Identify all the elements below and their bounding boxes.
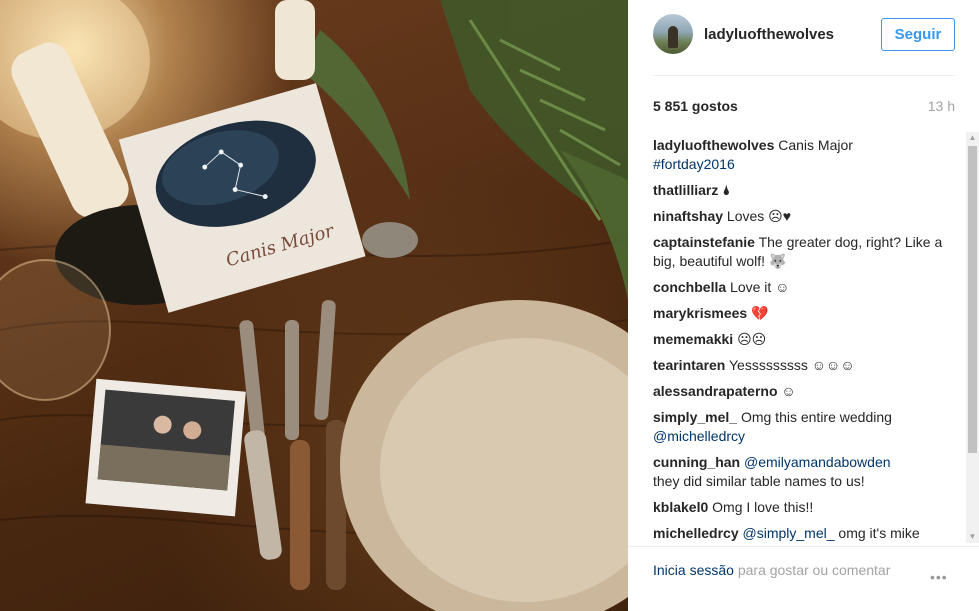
avatar[interactable] bbox=[653, 14, 693, 54]
comment-text: Canis Major bbox=[778, 137, 853, 153]
comment-item: ninaftshay Loves ☹♥ bbox=[653, 207, 943, 226]
post-footer: Inicia sessão para gostar ou comentar ••… bbox=[628, 546, 979, 611]
comment-text: 💔 bbox=[751, 305, 769, 321]
comment-text: ☺ bbox=[781, 383, 796, 399]
comment-item: simply_mel_ Omg this entire wedding @mic… bbox=[653, 408, 943, 446]
login-prompt: Inicia sessão para gostar ou comentar bbox=[653, 561, 893, 580]
username[interactable]: ladyluofthewolves bbox=[704, 26, 834, 43]
comment-item: mememakki ☹☹ bbox=[653, 330, 943, 349]
mention-link[interactable]: @emilyamandabowden bbox=[744, 454, 891, 470]
post-header: ladyluofthewolves Seguir bbox=[653, 14, 955, 76]
mention-link[interactable]: @michelledrcy bbox=[653, 428, 745, 444]
comment-user[interactable]: conchbella bbox=[653, 279, 726, 295]
comment-text: Omg this entire wedding bbox=[740, 409, 892, 425]
follow-button[interactable]: Seguir bbox=[881, 18, 955, 51]
scroll-down-icon[interactable]: ▼ bbox=[966, 531, 979, 543]
comment-user[interactable]: cunning_han bbox=[653, 454, 740, 470]
login-text: para gostar ou comentar bbox=[737, 562, 891, 578]
comment-user[interactable]: thatlilliarz bbox=[653, 182, 718, 198]
timestamp[interactable]: 13 h bbox=[928, 98, 955, 114]
comment-item: marykrismees 💔 bbox=[653, 304, 943, 323]
login-link[interactable]: Inicia sessão bbox=[653, 562, 734, 578]
post-photo[interactable]: Canis Major bbox=[0, 0, 628, 611]
comment-item: conchbella Love it ☺ bbox=[653, 278, 943, 297]
comments-scrollbar[interactable]: ▲ ▼ bbox=[966, 132, 979, 543]
likes-count[interactable]: 5 851 gostos bbox=[653, 98, 738, 114]
photo-scene: Canis Major bbox=[0, 0, 628, 611]
candle-right bbox=[275, 0, 315, 80]
comment-text: 🌢 bbox=[722, 182, 731, 198]
polaroid-photo bbox=[85, 378, 246, 517]
comment-item: thatlilliarz 🌢 bbox=[653, 181, 943, 200]
comment-user[interactable]: mememakki bbox=[653, 331, 733, 347]
comment-user[interactable]: captainstefanie bbox=[653, 234, 755, 250]
comment-text: Loves ☹♥ bbox=[726, 208, 792, 224]
comment-item: alessandrapaterno ☺ bbox=[653, 382, 943, 401]
comment-user[interactable]: michelledrcy bbox=[653, 525, 739, 541]
comment-text: Omg I love this!! bbox=[712, 499, 814, 515]
post-stats: 5 851 gostos 13 h bbox=[653, 96, 955, 116]
scroll-up-icon[interactable]: ▲ bbox=[966, 132, 979, 144]
comment-item: michelledrcy @simply_mel_ omg it's mike bbox=[653, 524, 943, 543]
comment-user[interactable]: alessandrapaterno bbox=[653, 383, 778, 399]
forks bbox=[239, 300, 346, 590]
comment-text: Yesssssssss ☺☺☺ bbox=[729, 357, 855, 373]
comment-user[interactable]: ladyluofthewolves bbox=[653, 137, 774, 153]
comment-item: ladyluofthewolves Canis Major #fortday20… bbox=[653, 136, 943, 174]
comment-user[interactable]: marykrismees bbox=[653, 305, 747, 321]
post-sidebar: ladyluofthewolves Seguir 5 851 gostos 13… bbox=[628, 0, 979, 611]
comment-text: they did similar table names to us! bbox=[653, 473, 865, 489]
comment-text: Love it ☺ bbox=[730, 279, 790, 295]
comments-list: ladyluofthewolves Canis Major #fortday20… bbox=[653, 136, 963, 544]
spoon bbox=[362, 222, 418, 258]
comment-user[interactable]: kblakel0 bbox=[653, 499, 708, 515]
more-options-icon[interactable]: ••• bbox=[930, 569, 948, 585]
comment-item: kblakel0 Omg I love this!! bbox=[653, 498, 943, 517]
comment-user[interactable]: simply_mel_ bbox=[653, 409, 737, 425]
comment-text: omg it's mike bbox=[838, 525, 920, 541]
comment-text: ☹☹ bbox=[737, 331, 767, 347]
mention-link[interactable]: @simply_mel_ bbox=[743, 525, 835, 541]
scrollbar-thumb[interactable] bbox=[968, 146, 977, 453]
comment-user[interactable]: ninaftshay bbox=[653, 208, 723, 224]
hashtag-link[interactable]: #fortday2016 bbox=[653, 156, 735, 172]
comment-item: tearintaren Yesssssssss ☺☺☺ bbox=[653, 356, 943, 375]
comment-item: cunning_han @emilyamandabowden they did … bbox=[653, 453, 943, 491]
comment-user[interactable]: tearintaren bbox=[653, 357, 725, 373]
comment-item: captainstefanie The greater dog, right? … bbox=[653, 233, 943, 271]
